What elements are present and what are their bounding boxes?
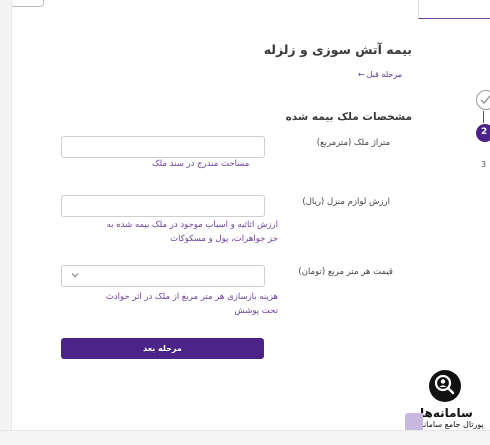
bottom-strip — [0, 430, 490, 445]
furniture-value-hint: ارزش اثاثیه و اسباب موجود در ملک بیمه شد… — [106, 220, 278, 244]
step-current-circle: 2 — [476, 124, 490, 142]
section-title: مشخصات ملک بیمه شده — [285, 111, 412, 123]
step-2-number: 2 — [481, 127, 488, 137]
watermark-name: سامانه‌ها — [420, 406, 473, 420]
arrow-left-icon: ← — [357, 70, 365, 79]
next-step-button[interactable]: مرحله بعد — [61, 338, 264, 359]
page-title: بیمه آتش سوزی و زلزله — [263, 42, 412, 57]
area-label: متراژ ملک (مترمربع) — [316, 138, 390, 148]
check-icon — [480, 95, 490, 105]
step-3-number: 3 — [481, 160, 487, 169]
stepper-connector — [483, 111, 484, 123]
window-tab-active[interactable] — [418, 0, 490, 19]
logo-icon — [429, 370, 461, 402]
furniture-value-label: ارزش لوازم منزل (ریال) — [302, 197, 390, 207]
price-per-meter-select[interactable] — [61, 265, 265, 287]
area-hint: مساحت مندرج در سند ملک — [152, 159, 250, 169]
price-per-meter-hint: هزینه بازسازی هر متر مربع از ملک در اثر … — [105, 292, 278, 316]
watermark-tagline: پورتال جامع سامانه‌ها — [413, 420, 484, 429]
price-per-meter-label: قیمت هر متر مربع (تومان) — [298, 267, 393, 277]
step-done-circle — [476, 90, 490, 110]
left-edge-panel — [0, 0, 12, 444]
magnifier-person-icon — [434, 374, 455, 395]
furniture-value-input[interactable] — [61, 195, 265, 217]
back-link[interactable]: مرحله قبل ← — [358, 70, 402, 79]
area-input[interactable] — [61, 136, 265, 158]
back-link-label: مرحله قبل — [366, 70, 402, 79]
chevron-down-icon — [71, 273, 79, 278]
